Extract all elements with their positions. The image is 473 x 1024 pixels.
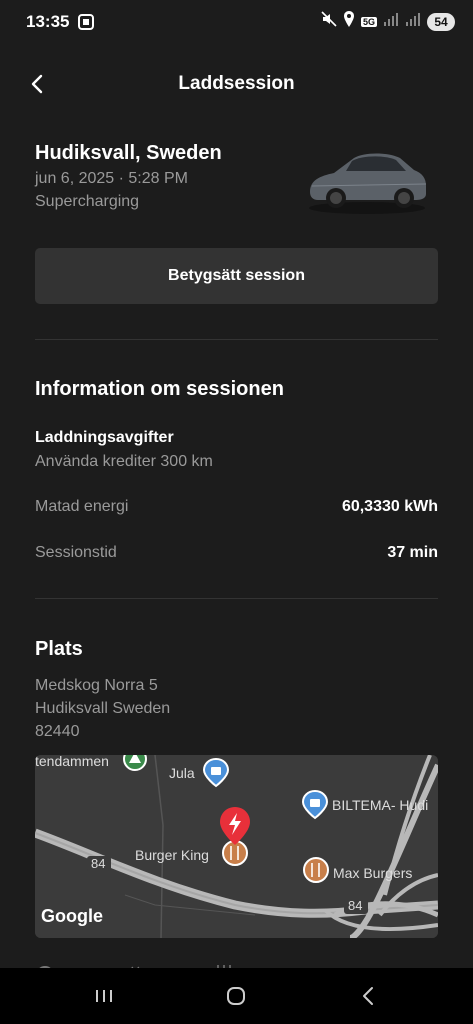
divider <box>35 339 438 340</box>
map-label-tendammen: tendammen <box>35 755 109 769</box>
system-nav-bar <box>0 968 473 1024</box>
charging-type: Supercharging <box>35 193 140 210</box>
car-image <box>302 140 432 216</box>
status-time: 13:35 <box>26 12 70 31</box>
home-button[interactable] <box>222 982 250 1010</box>
address-line-2: Hudiksvall Sweden <box>35 700 171 717</box>
session-datetime: jun 6, 2025 · 5:28 PM <box>35 170 188 187</box>
charging-fees-label: Laddningsavgifter <box>35 429 174 446</box>
system-back-button[interactable] <box>355 982 383 1010</box>
page-title: Laddsession <box>178 73 295 94</box>
rate-session-button[interactable]: Betygsätt session <box>35 248 438 304</box>
location-map[interactable]: tendammen Jula BILTEMA- Hudi Burger King… <box>35 755 438 938</box>
address-postcode: 82440 <box>35 723 80 740</box>
road-label-84-b: 84 <box>348 898 363 913</box>
address-line-1: Medskog Norra 5 <box>35 677 158 694</box>
session-time-value: 37 min <box>387 544 438 561</box>
status-bar: 13:35 5G 54 <box>0 0 473 44</box>
signal-icon-2 <box>405 12 421 31</box>
back-icon <box>363 987 373 1005</box>
map-label-jula: Jula <box>169 765 195 781</box>
section-title-session-info: Information om sessionen <box>35 378 284 400</box>
mute-icon <box>321 11 337 32</box>
charging-fees-value: Använda krediter 300 km <box>35 453 213 470</box>
battery-indicator: 54 <box>427 12 455 31</box>
status-icons: 5G 54 <box>321 11 455 32</box>
park-pin-icon <box>123 755 147 771</box>
energy-value: 60,3330 kWh <box>341 498 438 515</box>
session-time-label: Sessionstid <box>35 544 117 561</box>
road-label-84-a: 84 <box>91 856 106 871</box>
header: Laddsession <box>0 62 473 106</box>
google-logo: Google <box>41 906 103 926</box>
location-title: Hudiksvall, Sweden <box>35 142 222 164</box>
section-title-place: Plats <box>35 638 83 660</box>
map-label-biltema: BILTEMA- Hudi <box>332 797 429 813</box>
energy-label: Matad energi <box>35 498 129 515</box>
signal-icon <box>383 12 399 31</box>
location-icon <box>343 11 355 32</box>
divider <box>35 598 438 599</box>
screen-record-icon <box>78 14 94 35</box>
recent-apps-icon <box>96 990 112 1002</box>
home-icon <box>227 987 245 1005</box>
recent-apps-button[interactable] <box>90 982 118 1010</box>
restaurant-pin-icon <box>303 857 329 883</box>
map-label-burger-king: Burger King <box>135 847 209 863</box>
map-label-max-burgers: Max Burgers <box>333 865 413 881</box>
network-5g-icon: 5G <box>360 16 377 27</box>
